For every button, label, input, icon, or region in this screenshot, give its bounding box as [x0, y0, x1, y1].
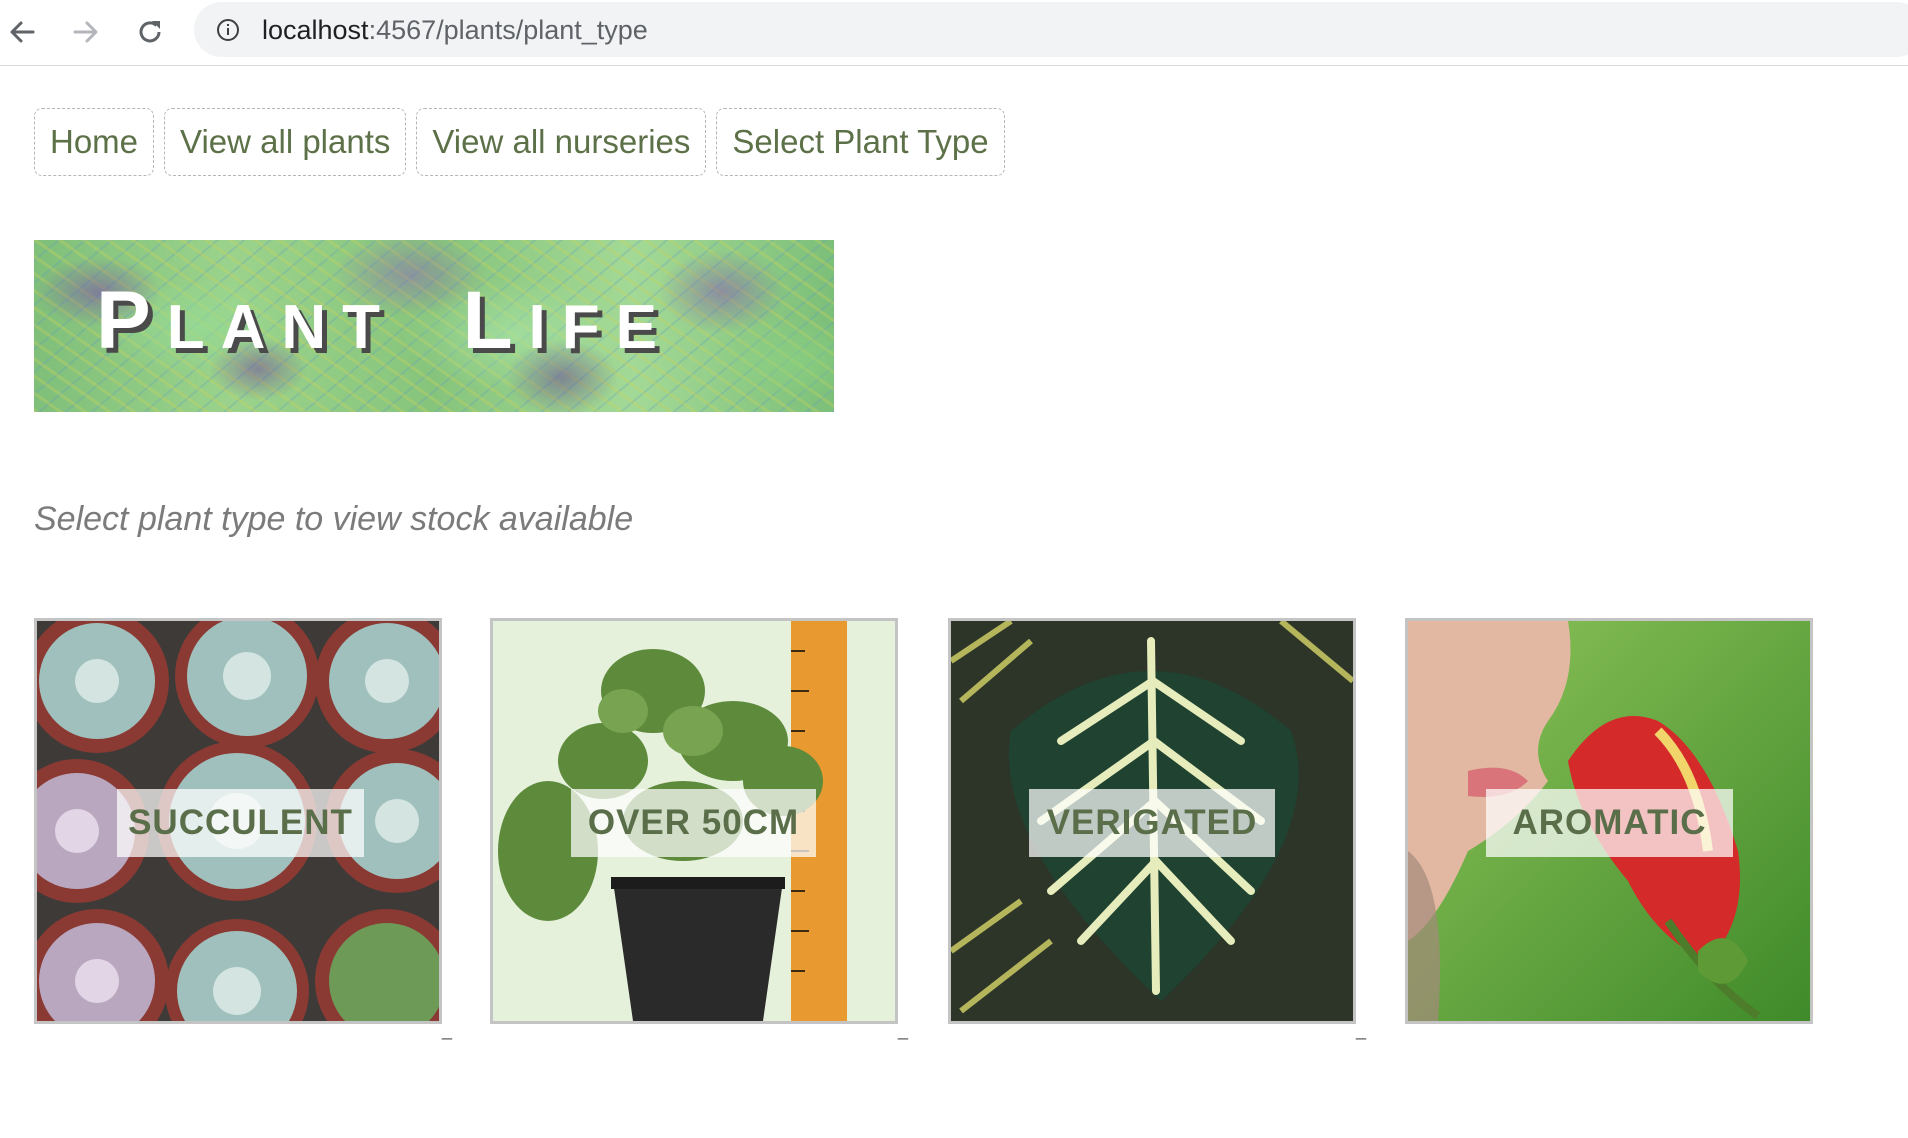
plant-type-label: OVER 50CM	[571, 789, 816, 857]
banner-letter: P	[96, 275, 167, 366]
banner-letter: IFE	[528, 293, 673, 362]
plant-type-card-succulent[interactable]: SUCCULENT	[34, 618, 442, 1024]
trailing-underscore: _	[442, 1020, 453, 1040]
intro-text: Select plant type to view stock availabl…	[34, 500, 634, 538]
reload-icon[interactable]	[128, 10, 172, 54]
banner-title: PLANT LIFE	[96, 280, 673, 362]
banner-letter: L	[462, 275, 529, 366]
nav-view-all-plants-link[interactable]: View all plants	[164, 108, 407, 176]
url-path: :4567/plants/plant_type	[368, 15, 648, 45]
url-text[interactable]: localhost:4567/plants/plant_type	[262, 15, 648, 46]
plant-type-card-over-50cm[interactable]: OVER 50CM	[490, 618, 898, 1024]
plant-life-banner: PLANT LIFE	[34, 240, 834, 412]
nav-select-plant-type-link[interactable]: Select Plant Type	[716, 108, 1005, 176]
nav-view-all-nurseries-link[interactable]: View all nurseries	[416, 108, 707, 176]
plant-type-label: VERIGATED	[1029, 789, 1275, 857]
forward-arrow-icon[interactable]	[64, 10, 108, 54]
browser-toolbar: localhost:4567/plants/plant_type	[0, 0, 1908, 66]
trailing-underscore: _	[1356, 1020, 1367, 1040]
plant-type-label: SUCCULENT	[117, 789, 364, 857]
plant-type-card-aromatic[interactable]: AROMATIC	[1405, 618, 1813, 1024]
site-nav: Home View all plants View all nurseries …	[34, 108, 1005, 176]
info-icon[interactable]	[216, 18, 240, 42]
address-bar[interactable]: localhost:4567/plants/plant_type	[194, 2, 1908, 57]
nav-home-link[interactable]: Home	[34, 108, 155, 176]
back-arrow-icon[interactable]	[0, 10, 44, 54]
plant-type-label: AROMATIC	[1486, 789, 1733, 857]
trailing-underscore: _	[898, 1020, 909, 1040]
plant-type-card-verigated[interactable]: VERIGATED	[948, 618, 1356, 1024]
banner-letter: LANT	[166, 293, 396, 362]
url-host: localhost	[262, 15, 369, 45]
